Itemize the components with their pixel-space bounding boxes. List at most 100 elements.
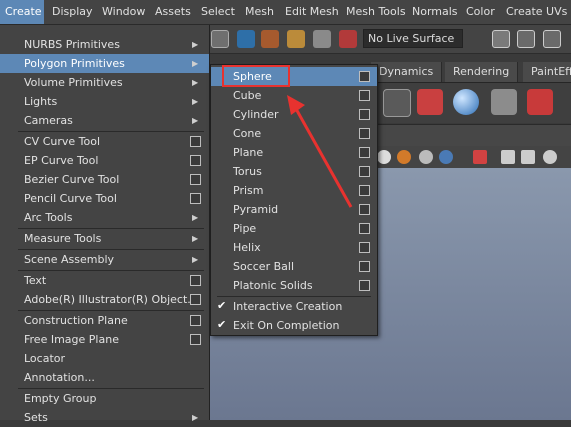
menu-item-label: Arc Tools bbox=[24, 211, 73, 224]
isolate-select-icon[interactable] bbox=[473, 150, 487, 164]
option-box-icon[interactable] bbox=[359, 128, 370, 139]
option-box-icon[interactable] bbox=[190, 334, 201, 345]
option-box-icon[interactable] bbox=[359, 242, 370, 253]
tab-painteffects[interactable]: PaintEff bbox=[523, 62, 571, 82]
menu-item-adobe-illustrator-object[interactable]: Adobe(R) Illustrator(R) Object... bbox=[0, 290, 209, 309]
menu-assets[interactable]: Assets bbox=[155, 0, 191, 24]
snap-to-view-plane-icon[interactable] bbox=[313, 30, 331, 48]
option-box-icon[interactable] bbox=[190, 136, 201, 147]
menu-item-locator[interactable]: Locator bbox=[0, 349, 209, 368]
submenu-item-platonic-solids[interactable]: Platonic Solids bbox=[211, 276, 377, 295]
menu-edit-mesh[interactable]: Edit Mesh bbox=[285, 0, 339, 24]
menu-create-uvs[interactable]: Create UVs bbox=[506, 0, 567, 24]
toggle-interactive-creation[interactable]: ✔ Interactive Creation bbox=[211, 297, 377, 316]
lighting-icon[interactable] bbox=[419, 150, 433, 164]
menu-item-volume-primitives[interactable]: Volume Primitives ▶ bbox=[0, 73, 209, 92]
option-box-icon[interactable] bbox=[359, 261, 370, 272]
menu-item-bezier-curve-tool[interactable]: Bezier Curve Tool bbox=[0, 170, 209, 189]
select-by-hierarchy-icon[interactable] bbox=[211, 30, 229, 48]
menu-item-lights[interactable]: Lights ▶ bbox=[0, 92, 209, 111]
option-box-icon[interactable] bbox=[190, 174, 201, 185]
menu-mesh[interactable]: Mesh bbox=[245, 0, 274, 24]
menu-item-cv-curve-tool[interactable]: CV Curve Tool bbox=[0, 132, 209, 151]
option-box-icon[interactable] bbox=[359, 71, 370, 82]
tab-dynamics[interactable]: Dynamics bbox=[371, 62, 443, 82]
option-box-icon[interactable] bbox=[190, 155, 201, 166]
menu-item-label: Adobe(R) Illustrator(R) Object... bbox=[24, 293, 198, 306]
xray-icon[interactable] bbox=[501, 150, 515, 164]
menu-item-label: Pencil Curve Tool bbox=[24, 192, 117, 205]
option-box-icon[interactable] bbox=[359, 147, 370, 158]
live-surface-field[interactable]: No Live Surface bbox=[363, 29, 463, 48]
snap-to-point-icon[interactable] bbox=[287, 30, 305, 48]
menu-color[interactable]: Color bbox=[466, 0, 495, 24]
tab-rendering[interactable]: Rendering bbox=[445, 62, 519, 82]
share-icon[interactable] bbox=[543, 150, 557, 164]
snap-to-grid-icon[interactable] bbox=[237, 30, 255, 48]
menu-window[interactable]: Window bbox=[102, 0, 145, 24]
option-box-icon[interactable] bbox=[359, 223, 370, 234]
option-box-icon[interactable] bbox=[359, 109, 370, 120]
submenu-arrow-icon: ▶ bbox=[192, 40, 199, 49]
option-box-icon[interactable] bbox=[359, 166, 370, 177]
menu-item-measure-tools[interactable]: Measure Tools ▶ bbox=[0, 229, 209, 248]
wireframe-icon[interactable] bbox=[521, 150, 535, 164]
option-box-icon[interactable] bbox=[359, 90, 370, 101]
menu-normals[interactable]: Normals bbox=[412, 0, 458, 24]
menu-item-label: Polygon Primitives bbox=[24, 57, 125, 70]
menu-item-cameras[interactable]: Cameras ▶ bbox=[0, 111, 209, 130]
menu-item-nurbs-primitives[interactable]: NURBS Primitives ▶ bbox=[0, 35, 209, 54]
menu-item-polygon-primitives[interactable]: Polygon Primitives ▶ bbox=[0, 54, 209, 73]
menu-item-label: Free Image Plane bbox=[24, 333, 119, 346]
checkmark-icon: ✔ bbox=[217, 318, 227, 331]
submenu-item-pipe[interactable]: Pipe bbox=[211, 219, 377, 238]
render-view-icon[interactable] bbox=[492, 30, 510, 48]
shadow-icon[interactable] bbox=[439, 150, 453, 164]
option-box-icon[interactable] bbox=[190, 193, 201, 204]
menu-item-label: CV Curve Tool bbox=[24, 135, 101, 148]
submenu-item-soccer-ball[interactable]: Soccer Ball bbox=[211, 257, 377, 276]
submenu-item-helix[interactable]: Helix bbox=[211, 238, 377, 257]
ipr-render-icon[interactable] bbox=[543, 30, 561, 48]
option-box-icon[interactable] bbox=[359, 204, 370, 215]
menu-item-annotation[interactable]: Annotation... bbox=[0, 368, 209, 387]
submenu-item-label: Cone bbox=[233, 127, 262, 140]
menu-item-construction-plane[interactable]: Construction Plane bbox=[0, 311, 209, 330]
menu-item-label: Text bbox=[24, 274, 47, 287]
render-current-frame-icon[interactable] bbox=[517, 30, 535, 48]
snap-to-curve-icon[interactable] bbox=[261, 30, 279, 48]
menu-create[interactable]: Create bbox=[0, 0, 44, 24]
option-box-icon[interactable] bbox=[190, 315, 201, 326]
hypershade-sphere-icon[interactable] bbox=[453, 89, 479, 115]
toggle-exit-on-completion[interactable]: ✔ Exit On Completion bbox=[211, 316, 377, 335]
paint-brush-icon[interactable] bbox=[527, 89, 553, 115]
menu-item-empty-group[interactable]: Empty Group bbox=[0, 389, 209, 408]
submenu-item-label: Pipe bbox=[233, 222, 257, 235]
menu-display[interactable]: Display bbox=[52, 0, 93, 24]
menu-mesh-tools[interactable]: Mesh Tools bbox=[346, 0, 406, 24]
node-editor-icon[interactable] bbox=[417, 89, 443, 115]
submenu-arrow-icon: ▶ bbox=[192, 413, 199, 422]
option-box-icon[interactable] bbox=[359, 185, 370, 196]
menu-item-label: Lights bbox=[24, 95, 58, 108]
make-live-magnet-icon[interactable] bbox=[339, 30, 357, 48]
menu-item-ep-curve-tool[interactable]: EP Curve Tool bbox=[0, 151, 209, 170]
hypergraph-icon[interactable] bbox=[383, 89, 411, 117]
uv-editor-icon[interactable] bbox=[491, 89, 517, 115]
menu-item-scene-assembly[interactable]: Scene Assembly ▶ bbox=[0, 250, 209, 269]
texture-sphere-icon[interactable] bbox=[397, 150, 411, 164]
option-box-icon[interactable] bbox=[190, 275, 201, 286]
option-box-icon[interactable] bbox=[359, 280, 370, 291]
toggle-label: Interactive Creation bbox=[233, 300, 343, 313]
menu-item-sets[interactable]: Sets ▶ bbox=[0, 408, 209, 427]
option-box-icon[interactable] bbox=[190, 294, 201, 305]
submenu-item-label: Torus bbox=[233, 165, 262, 178]
menu-item-text[interactable]: Text bbox=[0, 271, 209, 290]
submenu-item-label: Plane bbox=[233, 146, 264, 159]
menu-item-pencil-curve-tool[interactable]: Pencil Curve Tool bbox=[0, 189, 209, 208]
menu-item-free-image-plane[interactable]: Free Image Plane bbox=[0, 330, 209, 349]
shading-sphere-icon[interactable] bbox=[377, 150, 391, 164]
annotation-arrow-icon bbox=[287, 95, 353, 208]
menu-select[interactable]: Select bbox=[201, 0, 235, 24]
menu-item-arc-tools[interactable]: Arc Tools ▶ bbox=[0, 208, 209, 227]
